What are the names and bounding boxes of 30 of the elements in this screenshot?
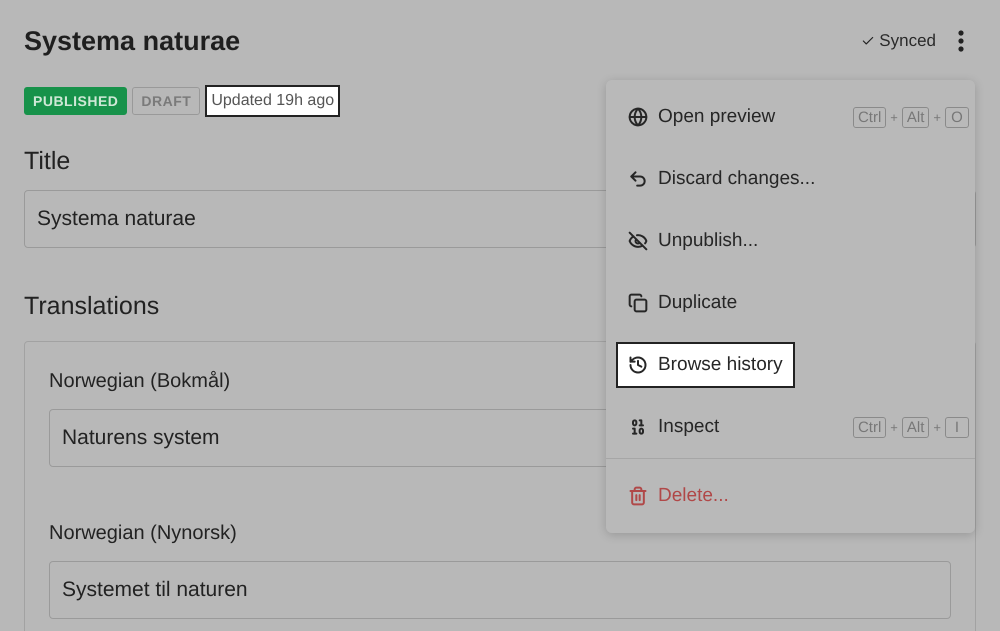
- menu-item[interactable]: Open preview: [616, 94, 788, 140]
- keyboard-key: Alt: [902, 106, 930, 128]
- field-label: Norwegian (Nynorsk): [49, 522, 237, 545]
- copy-icon: [628, 293, 648, 313]
- status-badge: DRAFT: [132, 87, 200, 115]
- sync-status: Synced: [879, 31, 936, 51]
- undo-icon: [628, 169, 648, 189]
- menu-item[interactable]: Duplicate: [616, 280, 750, 326]
- translation-input[interactable]: Systemet til naturen: [49, 561, 951, 619]
- keyboard-key: Ctrl: [852, 416, 886, 438]
- plus-sign: +: [890, 110, 898, 124]
- field-label: Norwegian (Bokmål): [49, 370, 230, 393]
- history-icon: [628, 355, 648, 375]
- eye-off-icon: [628, 231, 648, 251]
- updated-time: Updated 19h ago: [205, 85, 340, 117]
- keyboard-key: Ctrl: [852, 106, 886, 128]
- section-heading: Translations: [24, 292, 160, 321]
- keyboard-key: I: [945, 416, 969, 438]
- trash-icon: [628, 486, 648, 506]
- plus-sign: +: [890, 420, 898, 434]
- plus-sign: +: [933, 110, 941, 124]
- globe-icon: [628, 107, 648, 127]
- field-label: Title: [24, 147, 70, 176]
- status-badge: PUBLISHED: [24, 87, 128, 115]
- more-vertical-icon: [958, 30, 964, 52]
- plus-sign: +: [933, 420, 941, 434]
- page-title: Systema naturae: [24, 26, 240, 56]
- keyboard-key: O: [945, 106, 969, 128]
- keyboard-key: Alt: [902, 416, 930, 438]
- menu-item[interactable]: Browse history: [616, 342, 795, 388]
